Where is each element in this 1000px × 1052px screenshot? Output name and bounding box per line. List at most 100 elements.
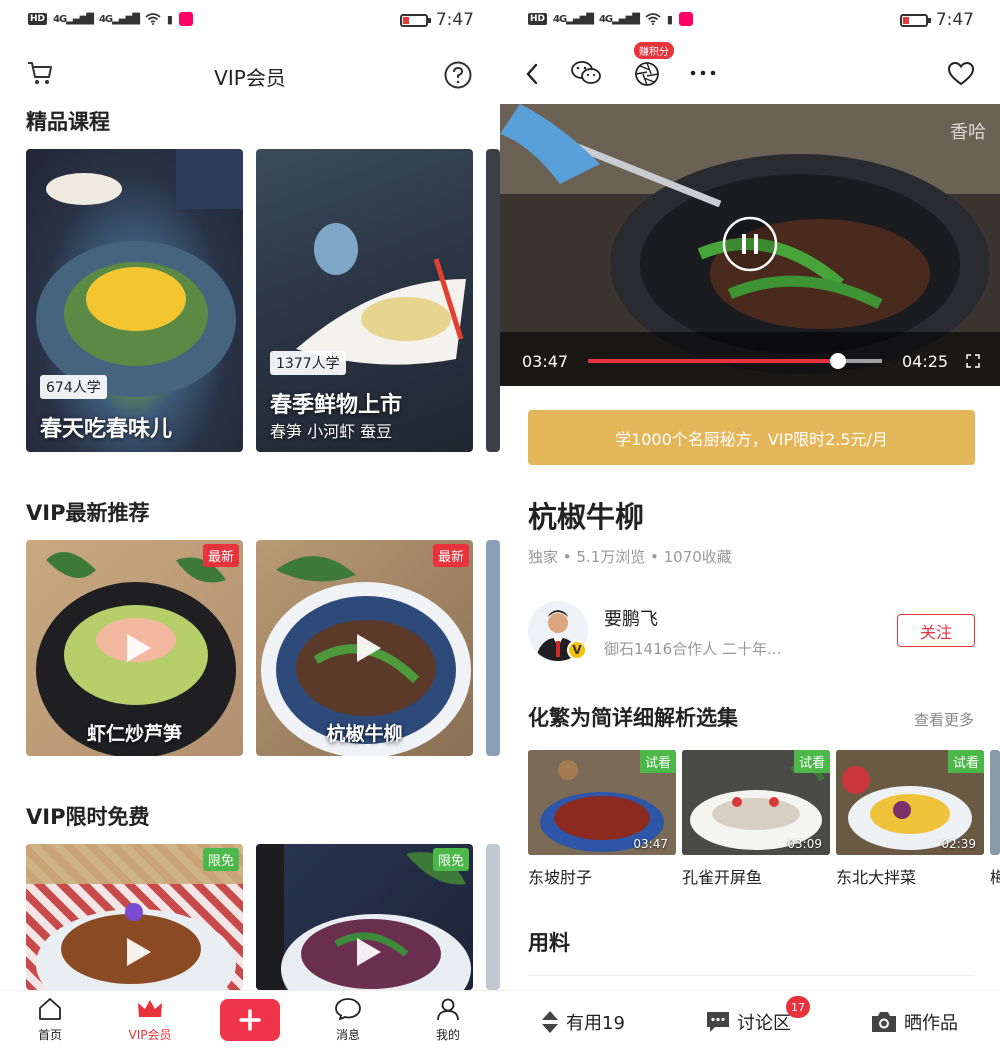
author-name[interactable]: 要鹏飞 <box>604 605 658 631</box>
wechat-icon[interactable] <box>570 59 602 87</box>
series-label: 梅 <box>990 868 1000 887</box>
tab-label: 我的 <box>435 1028 460 1042</box>
follow-button[interactable]: 关注 <box>897 614 975 647</box>
trial-badge: 试看 <box>793 750 830 773</box>
recipe-image: 最新 杭椒牛柳 <box>256 540 473 756</box>
recipe-image: 限免 <box>26 844 243 990</box>
aperture-icon[interactable] <box>633 60 661 88</box>
useful-button[interactable]: 有用19 <box>540 1009 625 1035</box>
course-card[interactable]: 674人学 春天吃春味儿 <box>26 149 243 452</box>
fullscreen-icon[interactable] <box>966 354 980 368</box>
duration: 02:39 <box>941 837 976 851</box>
top-nav: VIP会员 <box>0 52 500 96</box>
back-icon[interactable] <box>524 62 540 86</box>
alert-icon: ▮ <box>666 12 673 26</box>
learners-tag: 1377人学 <box>270 351 346 375</box>
progress-bar[interactable] <box>588 353 882 369</box>
tab-label: 首页 <box>37 1028 62 1042</box>
course-card-peek[interactable] <box>486 149 500 452</box>
vip-screen: HD 4G▂▄▆█ 4G▂▄▆█ ▮ 7:47 VIP会员 精品课程 674人学… <box>0 0 500 1052</box>
bottom-tab-bar: 首页 VIP会员 消息 我的 <box>0 990 500 1052</box>
series-item[interactable]: 试看 03:09 孔雀开屏鱼 <box>682 750 830 888</box>
series-label: 孔雀开屏鱼 <box>682 868 763 887</box>
tab-vip[interactable]: VIP会员 <box>115 997 185 1043</box>
free-recipe-card-peek[interactable] <box>486 844 500 990</box>
series-item[interactable]: 试看 02:39 东北大拌菜 <box>836 750 984 888</box>
wifi-icon <box>645 13 661 25</box>
wifi-icon <box>145 13 161 25</box>
learners-tag: 674人学 <box>40 375 107 399</box>
signal-icon-2: 4G▂▄▆█ <box>598 13 640 25</box>
discussion-button[interactable]: 讨论区 <box>705 1009 791 1035</box>
course-image: 674人学 春天吃春味儿 <box>26 149 243 452</box>
new-badge: 最新 <box>432 544 469 567</box>
free-recipe-card[interactable]: 限免 <box>26 844 243 990</box>
progress-knob[interactable] <box>829 353 846 369</box>
home-icon <box>39 998 61 1020</box>
vip-banner[interactable]: 学1000个名厨秘方，VIP限时2.5元/月 <box>528 410 975 465</box>
recipe-detail-screen: HD 4G▂▄▆█ 4G▂▄▆█ ▮ 7:47 赚积分 香哈 03:47 04:… <box>500 0 1000 1052</box>
favorite-icon[interactable] <box>947 61 975 87</box>
recipe-meta: 独家 • 5.1万浏览 • 1070收藏 <box>528 548 732 566</box>
tab-me[interactable]: 我的 <box>413 997 483 1043</box>
trial-badge: 试看 <box>947 750 984 773</box>
action-bar: 有用19 讨论区 晒作品 <box>500 990 1000 1052</box>
share-work-button[interactable]: 晒作品 <box>870 1009 958 1035</box>
recipe-card[interactable]: 最新 杭椒牛柳 <box>256 540 473 756</box>
section-title-free: VIP限时免费 <box>26 805 150 829</box>
detail-nav: 赚积分 <box>500 42 1000 96</box>
progress-fill <box>588 359 838 363</box>
discussion-label: 讨论区 <box>737 1013 791 1034</box>
hd-icon: HD <box>28 13 48 25</box>
recipe-image: 限免 <box>256 844 473 990</box>
tab-label: VIP会员 <box>128 1028 172 1042</box>
pause-icon[interactable] <box>722 216 778 272</box>
recipe-card-peek[interactable] <box>486 540 500 756</box>
free-badge: 限免 <box>432 848 469 871</box>
useful-label: 有用19 <box>566 1013 625 1034</box>
tab-messages[interactable]: 消息 <box>313 997 383 1043</box>
course-card[interactable]: 1377人学 春季鲜物上市 春笋 小河虾 蚕豆 <box>256 149 473 452</box>
series-item[interactable]: 试看 03:47 东坡肘子 <box>528 750 676 888</box>
tab-home[interactable]: 首页 <box>15 997 85 1043</box>
vote-icon <box>542 1011 558 1033</box>
hd-icon: HD <box>528 13 548 25</box>
video-player[interactable]: 香哈 03:47 04:25 <box>500 104 1000 386</box>
section-title-courses: 精品课程 <box>26 110 110 134</box>
recipe-card[interactable]: 最新 虾仁炒芦笋 <box>26 540 243 756</box>
app-notify-icon <box>678 12 693 26</box>
watermark: 香哈 <box>950 122 986 143</box>
series-title: 化繁为简详细解析选集 <box>528 706 738 730</box>
crown-icon <box>138 1000 162 1017</box>
play-icon <box>126 634 151 662</box>
recipe-title: 杭椒牛柳 <box>528 500 645 534</box>
battery-icon <box>899 13 931 27</box>
plus-icon <box>239 1009 261 1031</box>
series-label: 东北大拌菜 <box>836 868 917 887</box>
signal-icon: 4G▂▄▆█ <box>53 13 94 25</box>
add-button[interactable] <box>220 999 280 1041</box>
play-icon <box>356 634 381 662</box>
free-recipe-card[interactable]: 限免 <box>256 844 473 990</box>
section-title-newest: VIP最新推荐 <box>26 501 150 525</box>
signal-icon-2: 4G▂▄▆█ <box>98 13 140 25</box>
alert-icon: ▮ <box>166 12 173 26</box>
status-time: 7:47 <box>435 10 474 30</box>
series-image: 试看 03:09 <box>682 750 830 855</box>
battery-icon <box>399 13 431 27</box>
share-work-label: 晒作品 <box>904 1013 958 1034</box>
duration: 03:09 <box>787 837 822 851</box>
user-icon <box>437 998 459 1021</box>
verified-badge: V <box>567 640 587 660</box>
camera-icon <box>872 1012 896 1032</box>
comment-icon <box>707 1012 729 1032</box>
signal-icon: 4G▂▄▆█ <box>553 13 594 25</box>
more-icon[interactable] <box>690 70 716 76</box>
series-item-peek[interactable]: 梅 <box>990 750 1000 888</box>
help-icon[interactable] <box>443 60 473 90</box>
see-more-link[interactable]: 查看更多 <box>914 709 974 730</box>
current-time: 03:47 <box>522 352 569 371</box>
status-time: 7:47 <box>935 10 974 30</box>
new-badge: 最新 <box>202 544 239 567</box>
free-badge: 限免 <box>202 848 239 871</box>
